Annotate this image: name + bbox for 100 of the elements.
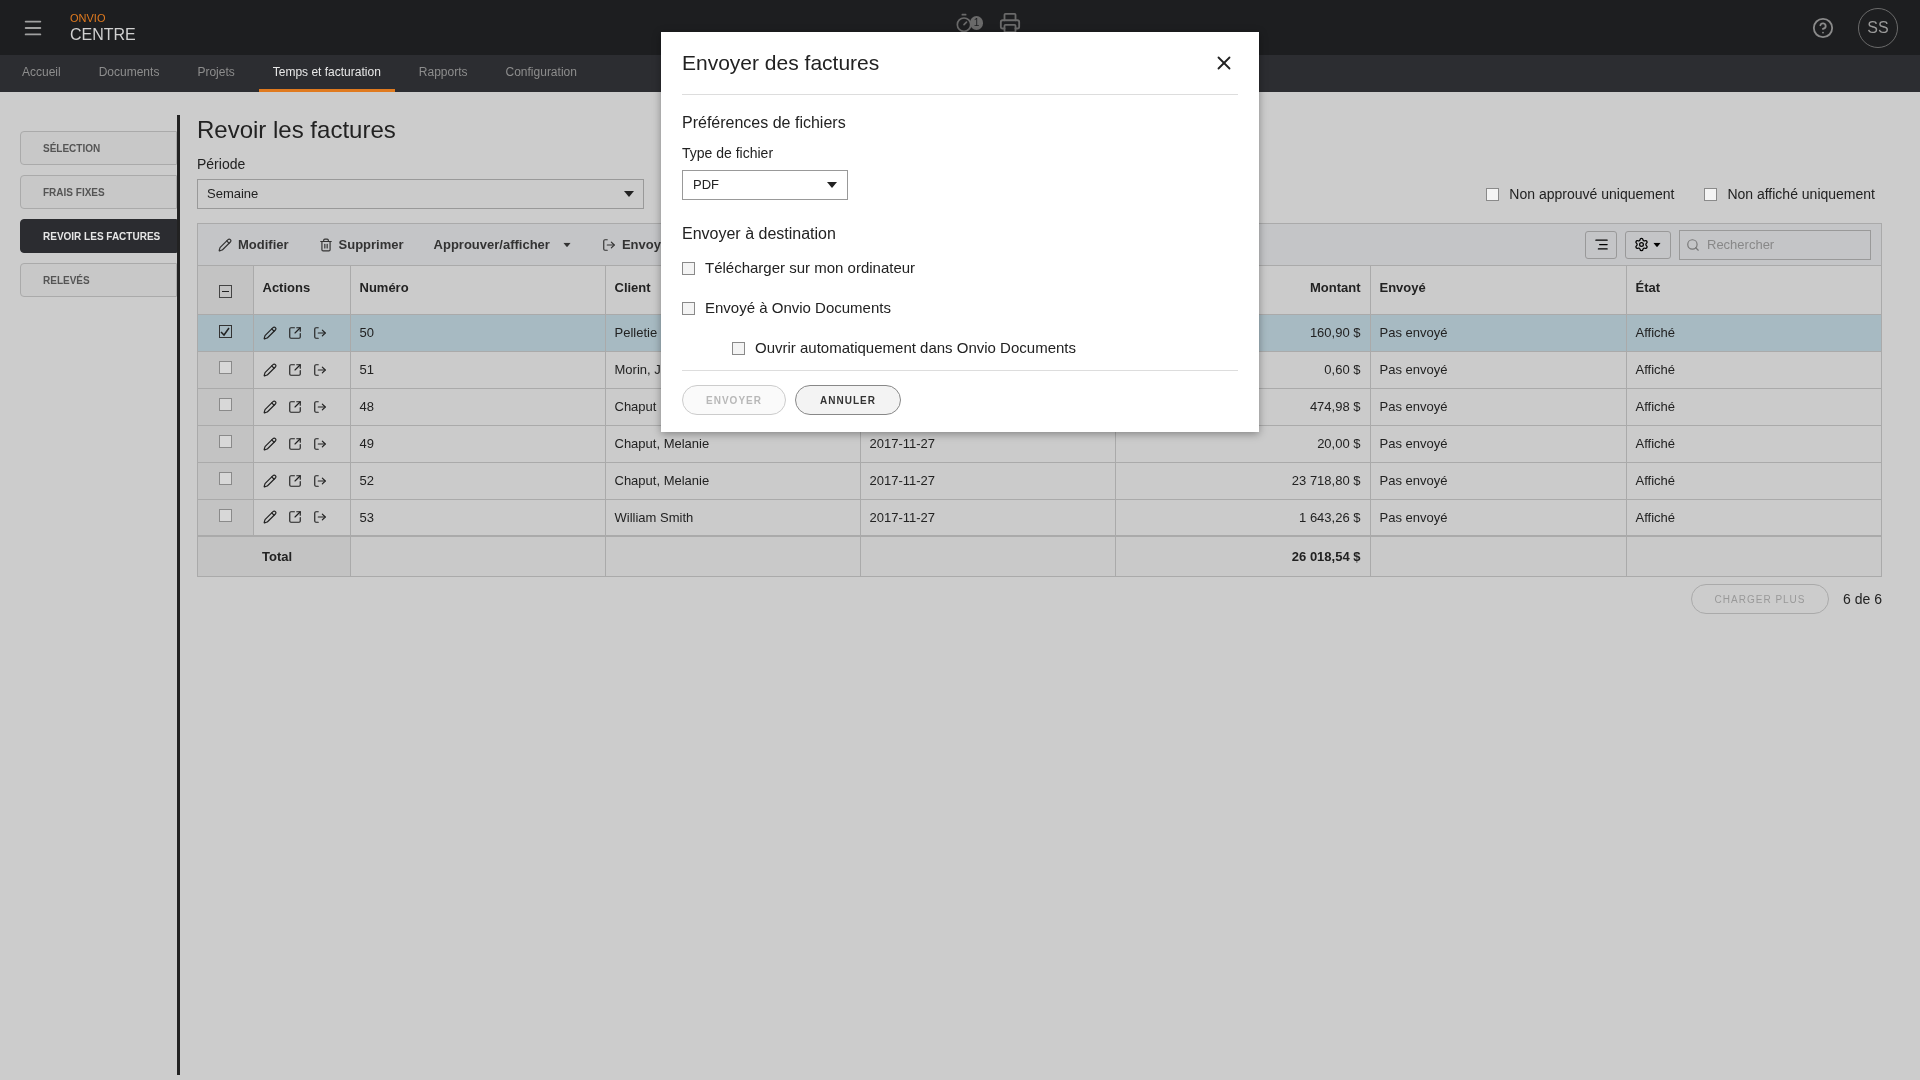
dialog-button[interactable]: ANNULER bbox=[795, 385, 901, 415]
help-icon[interactable] bbox=[1812, 16, 1834, 39]
invoice-amount: 20,00 $ bbox=[1317, 435, 1361, 451]
toolbar-button[interactable]: Modifier bbox=[218, 234, 289, 255]
sent-status: Pas envoyé bbox=[1379, 509, 1448, 525]
table-row[interactable]: 52 Chaput, Melanie 2017-11-27 23 718,80 $ Pas envoyé Affiché bbox=[198, 462, 1881, 499]
table-row[interactable]: 49 Chaput, Melanie 2017-11-27 20,00 $ Pas envoyé Affiché bbox=[198, 425, 1881, 462]
settings-button[interactable] bbox=[1625, 230, 1671, 259]
toolbar-button[interactable]: Approuver/afficher bbox=[433, 234, 572, 255]
invoice-number: 50 bbox=[359, 324, 374, 340]
send-icon[interactable] bbox=[312, 436, 327, 451]
client-name: Chaput, Melanie bbox=[614, 435, 710, 451]
send-icon[interactable] bbox=[312, 510, 327, 525]
caret-icon bbox=[563, 242, 571, 247]
open-icon[interactable] bbox=[287, 399, 302, 414]
sidebar-item[interactable]: FRAIS FIXES bbox=[20, 175, 177, 209]
nav-tab[interactable]: Projets bbox=[183, 55, 249, 92]
edit-icon[interactable] bbox=[262, 399, 277, 414]
edit-icon[interactable] bbox=[262, 362, 277, 377]
open-icon[interactable] bbox=[287, 473, 302, 488]
search-icon bbox=[1686, 237, 1700, 252]
pencil-icon bbox=[218, 237, 232, 252]
nav-tab[interactable]: Configuration bbox=[491, 55, 591, 92]
period-label: Période bbox=[197, 155, 246, 174]
row-checkbox[interactable] bbox=[218, 325, 232, 339]
sidebar-item[interactable]: RELEVÉS bbox=[20, 263, 177, 297]
row-checkbox[interactable] bbox=[218, 360, 232, 374]
open-icon[interactable] bbox=[287, 510, 302, 525]
option-label: Ouvrir automatiquement dans Onvio Documents bbox=[755, 337, 1076, 358]
invoice-amount: 160,90 $ bbox=[1309, 324, 1361, 340]
brand-label: ONVIO bbox=[70, 12, 107, 24]
sent-status: Pas envoyé bbox=[1379, 398, 1448, 414]
column-header[interactable]: Montant bbox=[1309, 280, 1361, 295]
column-header[interactable]: Envoyé bbox=[1379, 280, 1426, 295]
edit-icon[interactable] bbox=[262, 510, 277, 525]
column-header[interactable]: État bbox=[1635, 280, 1661, 295]
sent-status: Pas envoyé bbox=[1379, 361, 1448, 377]
invoice-number: 48 bbox=[359, 398, 374, 414]
sidebar-item[interactable]: SÉLECTION bbox=[20, 131, 177, 165]
nav-tab[interactable]: Documents bbox=[84, 55, 174, 92]
section-heading: Envoyer à destination bbox=[682, 224, 837, 244]
settings-icon bbox=[1634, 237, 1649, 252]
edit-icon[interactable] bbox=[262, 325, 277, 340]
column-header[interactable]: Numéro bbox=[359, 280, 409, 295]
invoice-state: Affiché bbox=[1635, 361, 1675, 377]
invoice-state: Affiché bbox=[1635, 324, 1675, 340]
search-field[interactable]: Rechercher bbox=[1679, 229, 1871, 260]
badge: 1 bbox=[969, 16, 984, 30]
filter-label: Non approuvé uniquement bbox=[1509, 185, 1675, 204]
page-count: 6 de 6 bbox=[1843, 589, 1882, 609]
invoice-amount: 474,98 $ bbox=[1309, 398, 1361, 414]
row-checkbox[interactable] bbox=[218, 471, 232, 485]
section-heading: Préférences de fichiers bbox=[682, 113, 847, 133]
checkbox[interactable] bbox=[682, 261, 695, 275]
file-type-select[interactable]: PDF bbox=[682, 170, 848, 200]
column-header[interactable]: Actions bbox=[262, 280, 311, 295]
row-checkbox[interactable] bbox=[218, 508, 232, 522]
checkbox[interactable] bbox=[732, 341, 745, 355]
table-row[interactable]: 53 William Smith 2017-11-27 1 643,26 $ Pas envoyé Affiché bbox=[198, 499, 1881, 536]
sent-status: Pas envoyé bbox=[1379, 435, 1448, 451]
caret-icon bbox=[624, 191, 634, 197]
send-icon[interactable] bbox=[312, 399, 327, 414]
open-icon[interactable] bbox=[287, 436, 302, 451]
row-checkbox[interactable] bbox=[218, 434, 232, 448]
checkbox[interactable] bbox=[1486, 188, 1500, 201]
open-icon[interactable] bbox=[287, 362, 302, 377]
product-label: CENTRE bbox=[70, 26, 136, 43]
checkbox[interactable] bbox=[682, 301, 695, 315]
printer-icon[interactable] bbox=[999, 12, 1022, 34]
total-amount: 26 018,54 $ bbox=[1291, 548, 1361, 564]
send-icon[interactable] bbox=[312, 325, 327, 340]
open-icon[interactable] bbox=[287, 325, 302, 340]
caret-icon bbox=[1653, 242, 1661, 247]
send-icon[interactable] bbox=[312, 473, 327, 488]
filter-label: Non affiché uniquement bbox=[1727, 185, 1875, 204]
total-label: Total bbox=[262, 548, 293, 564]
nav-tab[interactable]: Accueil bbox=[8, 55, 75, 92]
client-name: Morin, J bbox=[614, 361, 661, 377]
send-icon bbox=[601, 237, 616, 252]
nav-tab[interactable]: Rapports bbox=[404, 55, 482, 92]
page-title: Revoir les factures bbox=[197, 115, 396, 145]
edit-icon[interactable] bbox=[262, 436, 277, 451]
sidebar-item[interactable]: REVOIR LES FACTURES bbox=[20, 219, 177, 253]
checkbox[interactable] bbox=[1704, 188, 1718, 201]
nav-tab[interactable]: Temps et facturation bbox=[258, 55, 395, 92]
select-all-checkbox[interactable] bbox=[218, 285, 232, 298]
edit-icon[interactable] bbox=[262, 473, 277, 488]
dialog-title: Envoyer des factures bbox=[682, 50, 880, 77]
row-checkbox[interactable] bbox=[218, 397, 232, 411]
invoice-number: 51 bbox=[359, 361, 374, 377]
send-icon[interactable] bbox=[312, 362, 327, 377]
period-select[interactable]: Semaine bbox=[197, 179, 644, 209]
invoice-amount: 23 718,80 $ bbox=[1291, 472, 1361, 488]
client-name: Chaput, Melanie bbox=[614, 472, 710, 488]
column-header[interactable]: Client bbox=[614, 280, 651, 295]
toolbar-button[interactable]: Envoy bbox=[601, 234, 661, 255]
view-button[interactable] bbox=[1585, 230, 1617, 259]
toolbar-button[interactable]: Supprimer bbox=[318, 234, 404, 255]
sent-status: Pas envoyé bbox=[1379, 472, 1448, 488]
trash-icon bbox=[318, 237, 333, 252]
